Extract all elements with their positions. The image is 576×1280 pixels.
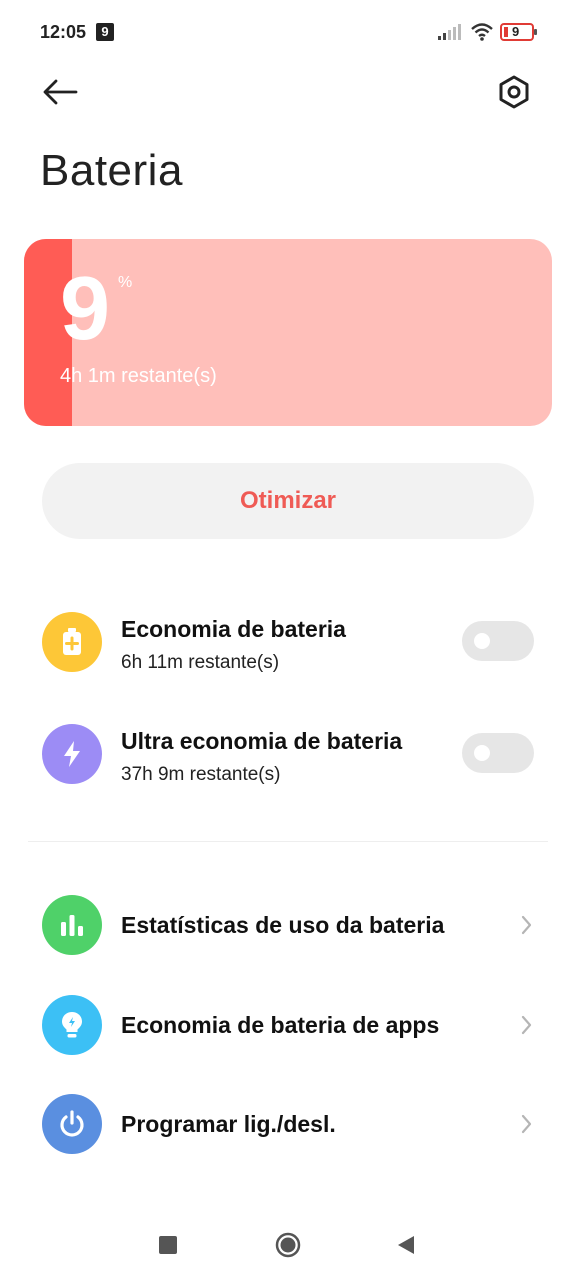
optimize-button[interactable]: Otimizar <box>42 463 534 539</box>
back-button[interactable] <box>38 72 82 112</box>
battery-percent-sign: % <box>118 274 133 291</box>
page-title: Bateria <box>40 146 183 195</box>
toggle-knob <box>474 745 490 761</box>
battery-saver-title: Economia de bateria <box>121 616 346 642</box>
lightbulb-icon <box>42 995 102 1055</box>
status-bar: 12:05 9 9 <box>0 0 576 64</box>
toggle-knob <box>474 633 490 649</box>
home-circle-icon[interactable] <box>275 1232 301 1258</box>
bar-chart-icon <box>42 895 102 955</box>
battery-saver-subtitle: 6h 11m restante(s) <box>121 652 280 673</box>
wifi-icon <box>471 23 493 41</box>
chevron-right-icon <box>521 915 532 935</box>
battery-remaining-time: 4h 1m restante(s) <box>60 365 217 387</box>
hexagon-settings-icon <box>499 75 529 109</box>
chevron-right-icon <box>521 1114 532 1134</box>
app-battery-saver-row[interactable]: Economia de bateria de apps <box>0 992 576 1058</box>
battery-level-text: 9 <box>512 24 520 39</box>
schedule-power-title: Programar lig./desl. <box>121 1111 336 1137</box>
recents-square-icon[interactable] <box>159 1236 177 1254</box>
arrow-left-icon <box>43 79 78 105</box>
back-triangle-icon[interactable] <box>396 1235 416 1255</box>
battery-saver-toggle[interactable] <box>462 621 534 661</box>
battery-percent: 9 <box>60 259 111 359</box>
ultra-battery-saver-row[interactable]: Ultra economia de bateria 37h 9m restant… <box>0 712 576 802</box>
battery-saver-row[interactable]: Economia de bateria 6h 11m restante(s) <box>0 600 576 690</box>
battery-usage-stats-title: Estatísticas de uso da bateria <box>121 912 445 938</box>
battery-usage-stats-row[interactable]: Estatísticas de uso da bateria <box>0 892 576 958</box>
ultra-battery-saver-subtitle: 37h 9m restante(s) <box>121 764 281 785</box>
lightning-icon <box>42 724 102 784</box>
battery-plus-icon <box>42 612 102 672</box>
schedule-power-row[interactable]: Programar lig./desl. <box>0 1091 576 1157</box>
signal-icon <box>438 24 461 40</box>
power-icon <box>42 1094 102 1154</box>
ultra-battery-saver-title: Ultra economia de bateria <box>121 728 403 754</box>
section-divider <box>28 841 548 842</box>
status-time: 12:05 <box>40 22 87 42</box>
app-battery-saver-title: Economia de bateria de apps <box>121 1012 440 1038</box>
settings-button[interactable] <box>494 72 534 112</box>
notification-badge: 9 <box>96 23 114 41</box>
chevron-right-icon <box>521 1015 532 1035</box>
ultra-battery-saver-toggle[interactable] <box>462 733 534 773</box>
